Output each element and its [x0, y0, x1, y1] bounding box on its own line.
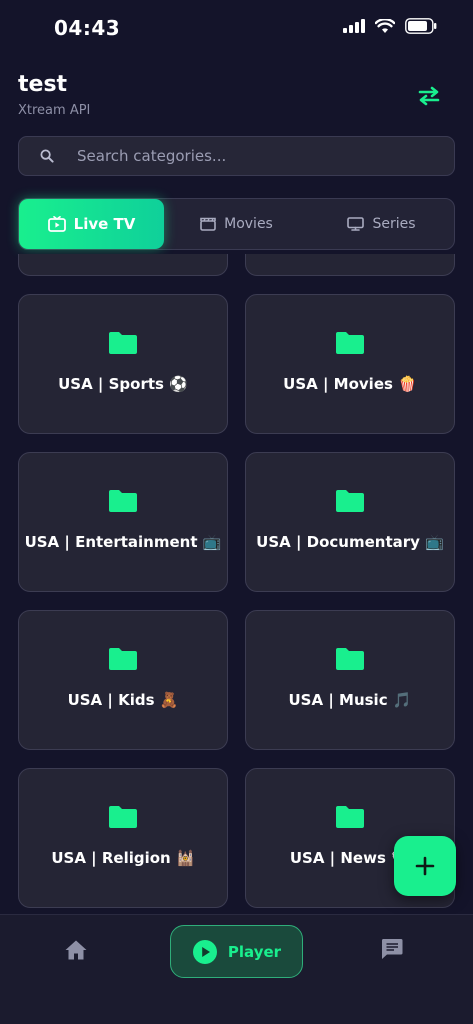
status-time: 04:43 — [54, 16, 121, 40]
category-label: USA | Sports ⚽ — [58, 375, 188, 393]
header: test Xtream API — [18, 72, 455, 128]
tab-label: Live TV — [73, 215, 136, 233]
swap-arrows-icon — [418, 86, 440, 106]
monitor-icon — [347, 217, 365, 231]
category-label: USA | Entertainment 📺 — [24, 533, 222, 551]
category-card[interactable]: USA | Entertainment 📺 — [18, 452, 228, 592]
nav-home[interactable] — [64, 939, 94, 969]
category-list[interactable]: USA | Sports ⚽ USA | Movies 🍿 USA | Entert… — [0, 254, 473, 914]
player-label: Player — [227, 942, 282, 961]
category-label: USA | Movies 🍿 — [283, 375, 417, 393]
folder-icon — [335, 489, 365, 517]
status-icons — [343, 18, 437, 34]
battery-icon — [405, 18, 437, 34]
nav-chat[interactable] — [380, 937, 410, 967]
category-label: USA | Religion 🕍 — [51, 849, 195, 867]
category-card[interactable]: USA | Music 🎵 — [245, 610, 455, 750]
category-card[interactable] — [245, 254, 455, 276]
search-icon — [27, 149, 67, 163]
tab-label: Movies — [224, 216, 273, 232]
category-label: USA | Documentary 📺 — [256, 533, 444, 551]
chat-icon — [381, 939, 403, 959]
category-label: USA | News 🗞 — [289, 849, 411, 867]
home-icon — [65, 940, 87, 960]
player-button[interactable]: Player — [170, 925, 303, 978]
search-input[interactable] — [77, 147, 454, 165]
signal-icon — [343, 19, 365, 33]
category-card[interactable]: USA | Sports ⚽ — [18, 294, 228, 434]
status-bar: 04:43 — [0, 0, 473, 56]
search-bar[interactable] — [18, 136, 455, 176]
play-circle-icon — [192, 939, 217, 964]
category-card[interactable] — [18, 254, 228, 276]
folder-icon — [108, 489, 138, 517]
profile-title: test — [18, 72, 68, 97]
category-card[interactable]: USA | Religion 🕍 — [18, 768, 228, 908]
clapperboard-icon — [200, 217, 216, 231]
folder-icon — [108, 805, 138, 833]
content-type-tabs: Live TV Movies Series — [18, 198, 455, 250]
switch-profile-button[interactable] — [411, 82, 447, 110]
category-label: USA | Kids 🧸 — [67, 691, 179, 709]
tab-movies[interactable]: Movies — [164, 199, 309, 249]
tab-live-tv[interactable]: Live TV — [19, 199, 164, 249]
bottom-nav: Player — [0, 914, 473, 1024]
category-grid: USA | Sports ⚽ USA | Movies 🍿 USA | Entert… — [18, 254, 455, 908]
folder-icon — [335, 331, 365, 359]
folder-icon — [335, 805, 365, 833]
category-card[interactable]: USA | Movies 🍿 — [245, 294, 455, 434]
plus-icon — [415, 856, 435, 876]
folder-icon — [335, 647, 365, 675]
profile-subtitle: Xtream API — [18, 103, 91, 118]
add-button[interactable] — [394, 836, 456, 896]
tab-series[interactable]: Series — [309, 199, 454, 249]
folder-icon — [108, 647, 138, 675]
tv-play-icon — [47, 216, 66, 232]
folder-icon — [108, 331, 138, 359]
category-card[interactable]: USA | Documentary 📺 — [245, 452, 455, 592]
wifi-icon — [375, 18, 395, 33]
category-label: USA | Music 🎵 — [288, 691, 412, 709]
tab-label: Series — [372, 216, 416, 232]
category-card[interactable]: USA | Kids 🧸 — [18, 610, 228, 750]
